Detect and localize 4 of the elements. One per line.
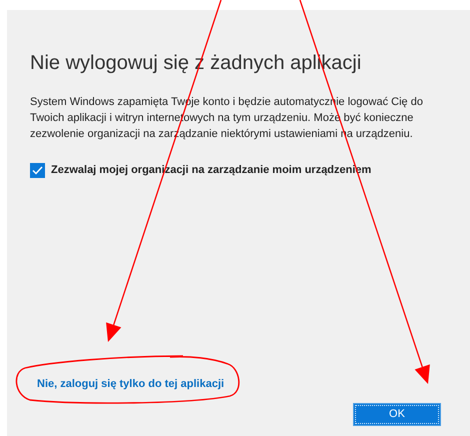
ok-button[interactable]: OK	[353, 403, 441, 426]
sign-in-app-only-link[interactable]: Nie, zaloguj się tylko do tej aplikacji	[37, 376, 224, 392]
checkbox[interactable]	[30, 162, 45, 178]
checkmark-icon	[32, 166, 43, 175]
